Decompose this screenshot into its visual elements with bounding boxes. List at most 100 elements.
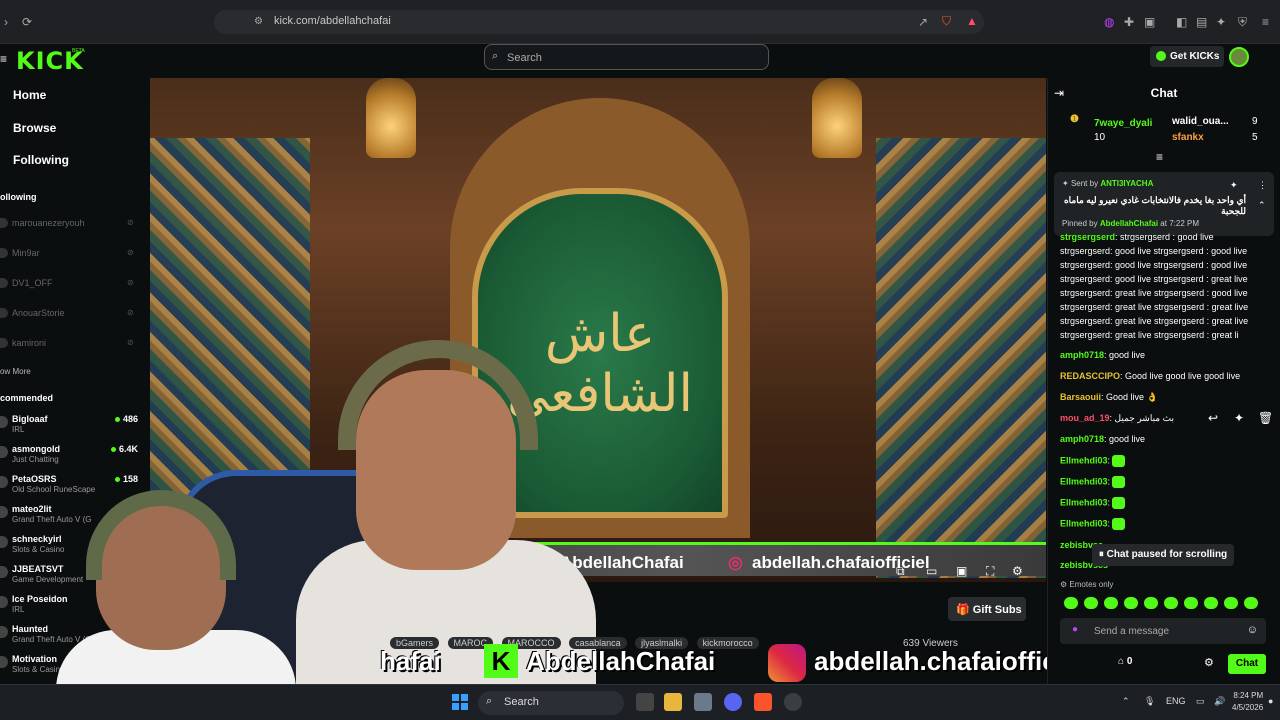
taskbar-clock[interactable]: 8:24 PM 4/5/2026 <box>1232 690 1263 714</box>
chat-username[interactable]: REDASCCIPO <box>1060 371 1120 381</box>
recommended-channel[interactable]: Haunted Grand Theft Auto V (G <box>0 624 144 648</box>
expand-leaderboard-icon[interactable]: ≡ <box>1156 150 1163 164</box>
puzzle-icon[interactable]: ✚ <box>1124 15 1134 29</box>
gift-subs-button[interactable]: 🎁 Gift Subs <box>948 597 1026 621</box>
taskbar-search[interactable]: ⌕ Search <box>478 691 624 715</box>
recommended-channel[interactable]: Bigloaaf IRL 486 <box>0 414 144 438</box>
pin-options-icon[interactable]: ⋮ <box>1258 178 1267 192</box>
wallet-icon[interactable]: ▤ <box>1196 15 1207 29</box>
pin-message-icon[interactable]: ✦ <box>1234 411 1244 425</box>
network-icon[interactable]: ▭ <box>1196 696 1205 707</box>
hamburger-icon[interactable]: ≡ <box>0 52 7 66</box>
following-channel[interactable]: Min9ar ⊘ <box>0 246 140 262</box>
sidebar-toggle-icon[interactable]: ◧ <box>1176 15 1187 29</box>
chat-username[interactable]: strgsergserd <box>1060 246 1110 256</box>
chat-username[interactable]: amph0718 <box>1060 434 1104 444</box>
video-player[interactable]: عاش الشافعي ▶ Abdellah Chafai K Abdellah… <box>150 78 1046 582</box>
chat-username[interactable]: strgsergserd <box>1060 288 1110 298</box>
brave-browser-icon[interactable] <box>754 693 772 711</box>
camera-app-icon[interactable] <box>694 693 712 711</box>
address-bar[interactable]: ⚙ kick.com/abdellahchafai ↗ ⛉ ▲ <box>214 10 984 34</box>
unpin-icon[interactable]: ✦ <box>1230 178 1238 192</box>
chat-username[interactable]: Ellmehdi03 <box>1060 476 1108 486</box>
gifter-name[interactable]: sfankx <box>1172 132 1204 143</box>
delete-message-icon[interactable]: 🗑 <box>1258 411 1273 425</box>
following-channel[interactable]: marouanezeryouh ⊘ <box>0 216 140 232</box>
chat-paused-banner[interactable]: ⏸ Chat paused for scrolling <box>1092 544 1234 566</box>
recommended-channel[interactable]: Motivation Slots & Casino <box>0 654 144 678</box>
emote-icon[interactable] <box>1144 597 1158 609</box>
discord-icon[interactable] <box>724 693 742 711</box>
file-explorer-icon[interactable] <box>664 693 682 711</box>
language-indicator[interactable]: ENG <box>1166 696 1186 706</box>
emote-icon[interactable] <box>1164 597 1178 609</box>
tab-icon[interactable]: ▣ <box>1144 15 1155 29</box>
chat-username[interactable]: strgsergserd <box>1060 316 1110 326</box>
recommended-channel[interactable]: PetaOSRS Old School RuneScape 158 <box>0 474 144 498</box>
get-kicks-button[interactable]: Get KICKs <box>1150 46 1224 67</box>
channel-points[interactable]: ⌂ 0 <box>1118 656 1132 667</box>
reply-icon[interactable]: ↩ <box>1208 411 1218 425</box>
extension-icon[interactable]: ◍ <box>1104 15 1114 29</box>
pinned-by-user[interactable]: AbdellahChafai <box>1100 219 1158 228</box>
message-input[interactable]: ● Send a message ☺ <box>1060 618 1266 644</box>
nav-browse[interactable]: Browse <box>13 121 56 135</box>
top-gifter-name[interactable]: 7waye_dyali <box>1094 118 1152 129</box>
chat-username[interactable]: strgsergserd <box>1060 302 1110 312</box>
task-view-icon[interactable] <box>636 693 654 711</box>
chat-settings-icon[interactable]: ⚙ <box>1204 656 1214 669</box>
following-channel[interactable]: DV1_OFF ⊘ <box>0 276 140 292</box>
vpn-icon[interactable]: ⛨ <box>1238 15 1247 29</box>
following-channel[interactable]: AnouarStorie ⊘ <box>0 306 140 322</box>
recommended-channel[interactable]: schneckyirl Slots & Casino <box>0 534 144 558</box>
gifter-name[interactable]: walid_oua... <box>1172 116 1229 127</box>
send-chat-button[interactable]: Chat <box>1228 654 1266 674</box>
user-avatar[interactable] <box>1229 47 1249 67</box>
sent-by-user[interactable]: ANTI3IYACHA <box>1100 179 1153 188</box>
settings-icon[interactable]: ⚙ <box>1012 564 1023 578</box>
notification-icon[interactable]: ● <box>1268 696 1273 706</box>
emote-icon[interactable] <box>1244 597 1258 609</box>
theater-mode-icon[interactable]: ▭ <box>926 564 937 578</box>
tray-expand-icon[interactable]: ⌃ <box>1122 696 1130 707</box>
microphone-icon[interactable]: 🎙 <box>1144 696 1155 707</box>
brave-rewards-icon[interactable]: ▲ <box>966 14 978 28</box>
brave-shield-icon[interactable]: ⛉ <box>942 14 951 28</box>
recommended-channel[interactable]: JJBEATSVT Game Development <box>0 564 144 588</box>
emote-icon[interactable] <box>1204 597 1218 609</box>
chat-username[interactable]: Ellmehdi03 <box>1060 497 1108 507</box>
chat-username[interactable]: strgsergserd <box>1060 330 1110 340</box>
fullscreen-icon[interactable]: ⛶ <box>986 564 994 579</box>
collapse-pin-icon[interactable]: ⌃ <box>1258 198 1266 212</box>
nav-home[interactable]: Home <box>13 88 46 102</box>
emote-icon[interactable] <box>1104 597 1118 609</box>
emote-icon[interactable] <box>1184 597 1198 609</box>
recommended-channel[interactable]: mateo2lit Grand Theft Auto V (G <box>0 504 144 528</box>
chat-username[interactable]: Ellmehdi03 <box>1060 518 1108 528</box>
chat-username[interactable]: Ellmehdi03 <box>1060 455 1108 465</box>
emote-icon[interactable] <box>1064 597 1078 609</box>
chat-username[interactable]: strgsergserd <box>1060 232 1115 242</box>
search-input[interactable]: ⌕ Search <box>484 44 769 70</box>
emote-icon[interactable] <box>1084 597 1098 609</box>
chat-username[interactable]: Barsaouii <box>1060 392 1101 402</box>
recommended-channel[interactable]: Ice Poseidon IRL <box>0 594 144 618</box>
clip-icon[interactable]: ⧉ <box>896 564 905 579</box>
recommended-channel[interactable]: asmongold Just Chatting 6.4K <box>0 444 144 468</box>
obs-icon[interactable] <box>784 693 802 711</box>
nav-following[interactable]: Following <box>13 153 69 167</box>
show-more-link[interactable]: ow More <box>0 367 31 376</box>
chat-username[interactable]: amph0718 <box>1060 350 1104 360</box>
chat-username[interactable]: strgsergserd <box>1060 260 1110 270</box>
emote-icon[interactable] <box>1124 597 1138 609</box>
reload-icon[interactable]: ⟳ <box>22 15 32 29</box>
windows-start-icon[interactable] <box>452 694 468 710</box>
share-icon[interactable]: ↗ <box>918 15 928 29</box>
menu-icon[interactable]: ≡ <box>1262 15 1269 29</box>
chat-username[interactable]: strgsergserd <box>1060 274 1110 284</box>
emote-icon[interactable] <box>1224 597 1238 609</box>
volume-icon[interactable]: 🔊 <box>1214 696 1225 707</box>
leo-icon[interactable]: ✦ <box>1216 15 1226 29</box>
emoji-picker-icon[interactable]: ☺ <box>1247 624 1258 636</box>
chat-username[interactable]: mou_ad_19 <box>1060 413 1110 423</box>
